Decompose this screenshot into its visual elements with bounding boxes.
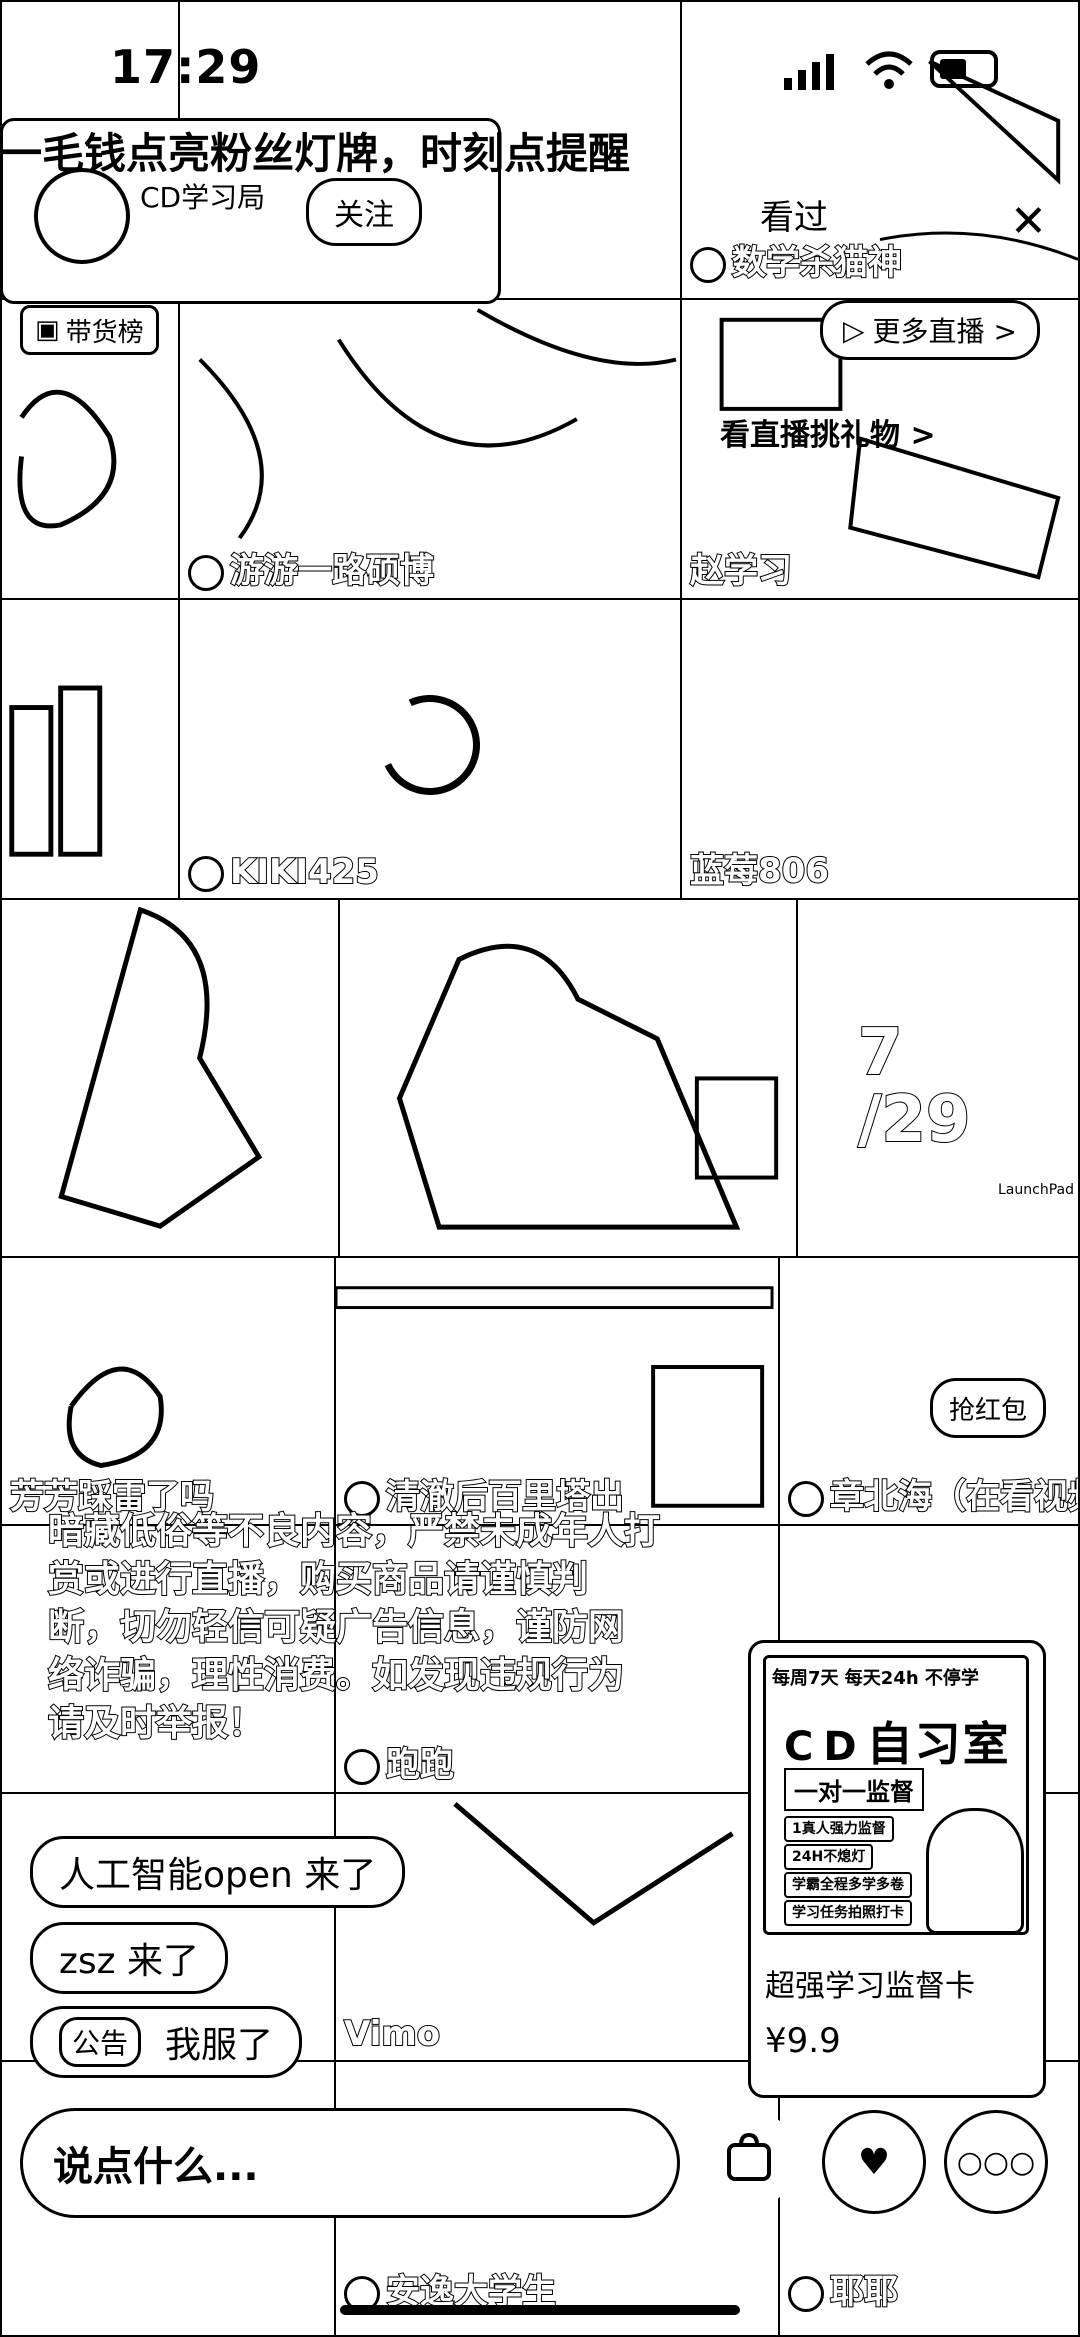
mic-icon: [344, 1748, 380, 1785]
live-tile[interactable]: [0, 898, 340, 1258]
person-sketch: [396, 943, 779, 1230]
live-tile[interactable]: 芳芳踩雷了吗: [0, 1256, 336, 1526]
notice-line: 赏或进行直播，购买商品请谨慎判: [47, 1558, 589, 1601]
live-tile[interactable]: 游游一路硕博: [178, 298, 682, 600]
rank-label: 带货榜: [65, 317, 144, 348]
chat-text: zsz 来了: [59, 1941, 199, 1982]
date-badge: 7/29: [857, 1016, 971, 1158]
tile-name: 游游一路硕博: [229, 550, 435, 592]
announcement: 公告 我服了: [30, 2006, 303, 2078]
home-indicator: [340, 2305, 740, 2315]
more-live-button[interactable]: ▷ 更多直播 >: [820, 300, 1040, 360]
launchpad-logo: LaunchPad: [998, 1182, 1074, 1198]
product-tag: 1真人强力监督: [784, 1816, 894, 1842]
rank-badge[interactable]: ▣ 带货榜: [20, 305, 159, 355]
tile-name: KIKI425: [229, 851, 380, 893]
chat-text: 人工智能open 来了: [59, 1855, 377, 1896]
live-tile[interactable]: 蓝莓806: [680, 598, 1080, 900]
tile-name: 耶耶: [829, 2271, 899, 2313]
tile-name: Vimo: [343, 2013, 441, 2055]
play-icon: ▷: [843, 313, 865, 347]
avatar[interactable]: [34, 168, 130, 264]
product-tag: 24H不熄灯: [784, 1844, 874, 1870]
follow-button[interactable]: 关注: [306, 178, 422, 246]
status-bar: 17:29: [0, 0, 1080, 130]
mic-icon: [690, 246, 726, 283]
mic-icon: [188, 554, 224, 591]
viewed-label: 看过: [760, 198, 828, 238]
product-price: ¥9.9: [765, 2021, 841, 2061]
tile-name: 赵学习: [689, 550, 793, 592]
live-tile[interactable]: 7/29 LaunchPad: [796, 898, 1080, 1258]
battery-icon: [930, 50, 998, 88]
wifi-icon: [865, 51, 913, 89]
mic-icon: [788, 1480, 824, 1517]
mic-icon: [788, 2275, 824, 2312]
shelf-sketch: [9, 685, 103, 857]
product-card[interactable]: 每周7天 每天24h 不停学 CD自习室 一对一监督 1真人强力监督 24H不熄…: [748, 1640, 1046, 2098]
gift-icon[interactable]: ♥: [822, 2110, 926, 2214]
tile-name: 章北海（在看视频: [829, 1476, 1080, 1518]
chat-message: zsz 来了: [30, 1922, 228, 1994]
camera-icon: ▣: [35, 315, 60, 345]
signal-icon: [784, 54, 834, 90]
red-packet-button[interactable]: 抢红包: [930, 1378, 1046, 1438]
comment-input[interactable]: 说点什么...: [20, 2108, 680, 2218]
announcement-text: 我服了: [165, 2025, 274, 2066]
product-subtitle: 一对一监督: [784, 1768, 924, 1811]
notice-line: 请及时举报！: [47, 1702, 265, 1745]
live-tile[interactable]: KIKI425: [178, 598, 682, 900]
gift-browse-link[interactable]: 看直播挑礼物 >: [720, 410, 936, 454]
live-tile[interactable]: 清澈后百里塔出: [334, 1256, 780, 1526]
mic-icon: [188, 855, 224, 892]
notice-line: 断，切勿轻信可疑广告信息，谨防网: [47, 1606, 625, 1649]
product-image: 每周7天 每天24h 不停学 CD自习室 一对一监督 1真人强力监督 24H不熄…: [763, 1655, 1029, 1935]
product-brand: CD自习室: [784, 1717, 1011, 1771]
cart-icon[interactable]: [700, 2110, 798, 2208]
notice-line: 络诈骗，理性消费。如发现违规行为: [47, 1654, 625, 1697]
more-live-label: 更多直播 >: [872, 315, 1017, 348]
notice-line: 暗藏低俗等不良内容，严禁未成年人打: [47, 1510, 661, 1553]
live-tile[interactable]: [0, 598, 180, 900]
live-tile[interactable]: [338, 898, 798, 1258]
live-tile[interactable]: 抢红包 章北海（在看视频: [778, 1256, 1080, 1526]
tile-name: 蓝莓806: [689, 850, 830, 892]
announcement-tag: 公告: [59, 2017, 142, 2067]
tile-name: 跑跑: [385, 1744, 455, 1786]
product-top-line: 每周7天 每天24h 不停学: [772, 1668, 979, 1689]
more-icon[interactable]: ○○○: [944, 2110, 1048, 2214]
product-title: 超强学习监督卡: [765, 1969, 975, 2004]
live-tile[interactable]: Vimo: [334, 1792, 780, 2062]
status-time: 17:29: [110, 40, 262, 94]
model-illustration: [926, 1808, 1024, 1934]
platform-notice: 暗藏低俗等不良内容，严禁未成年人打 赏或进行直播，购买商品请谨慎判 断，切勿轻信…: [47, 1508, 728, 1748]
loading-spinner: [365, 680, 495, 810]
product-tag: 学习任务拍照打卡: [784, 1900, 912, 1926]
host-name: CD学习局: [140, 181, 266, 214]
chat-message: 人工智能open 来了: [30, 1836, 406, 1908]
tile-name: 数学杀猫神: [731, 242, 903, 284]
live-tile[interactable]: 耶耶: [778, 2060, 1080, 2337]
person-sketch: [58, 906, 263, 1229]
close-icon[interactable]: ✕: [1010, 196, 1047, 247]
product-tag: 学霸全程多学多卷: [784, 1872, 912, 1898]
